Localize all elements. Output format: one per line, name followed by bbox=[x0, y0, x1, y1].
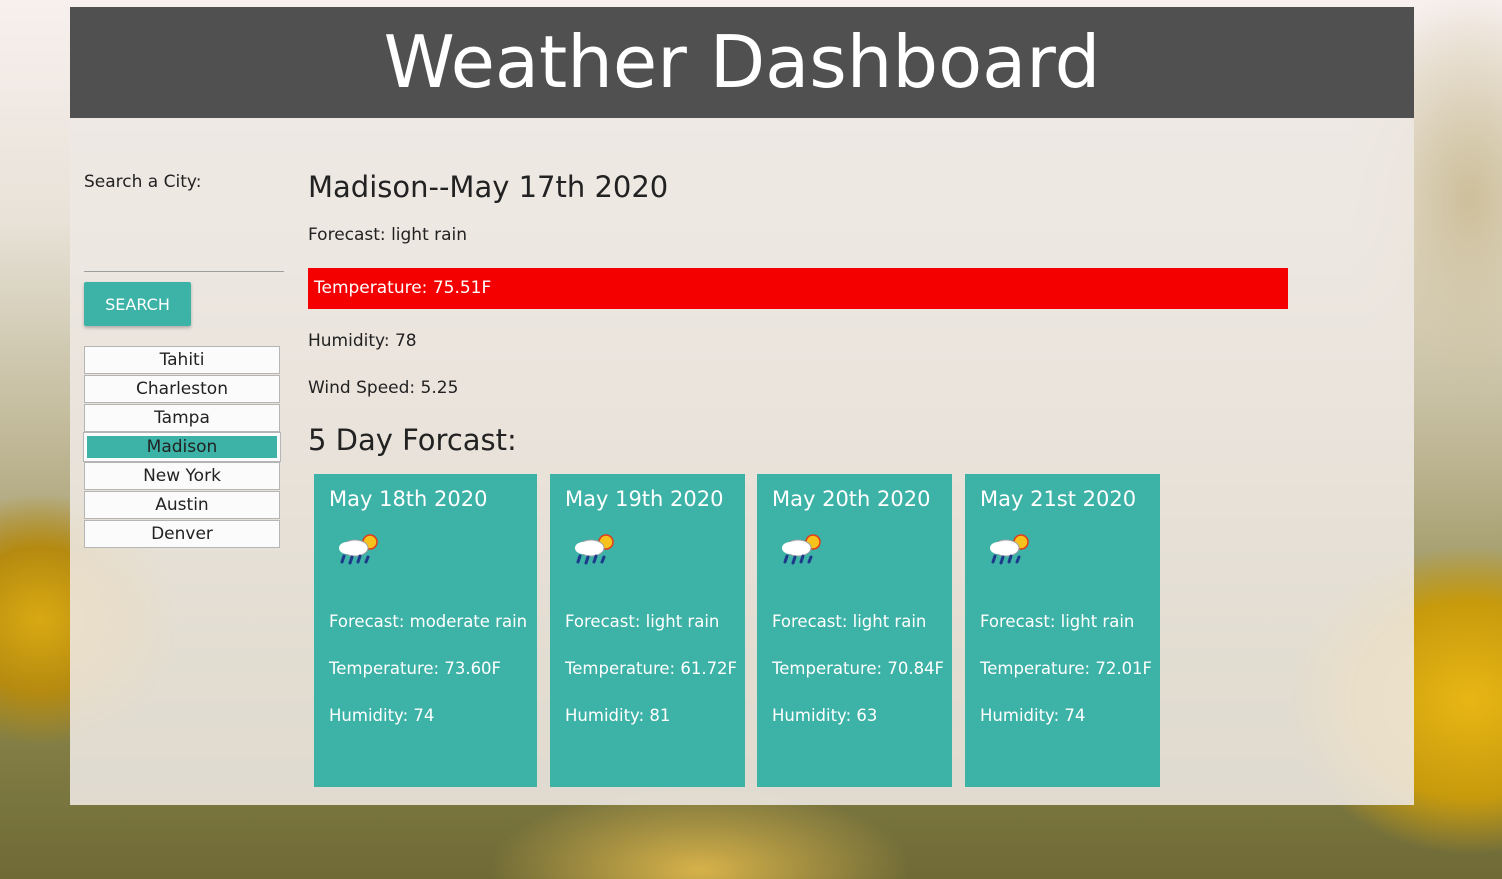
forecast-card-forecast: Forecast: light rain bbox=[980, 612, 1135, 631]
page-title: Weather Dashboard bbox=[70, 7, 1414, 118]
rain-sun-icon bbox=[990, 534, 1029, 565]
rain-sun-icon bbox=[782, 534, 821, 565]
search-label: Search a City: bbox=[84, 172, 202, 192]
forecast-card-humidity: Humidity: 63 bbox=[772, 706, 878, 725]
forecast-card-date: May 19th 2020 bbox=[565, 487, 724, 511]
forecast-card: May 21st 2020 Forecast: light rain Tempe… bbox=[965, 474, 1160, 787]
current-city-title: Madison--May 17th 2020 bbox=[308, 170, 669, 204]
current-humidity: Humidity: 78 bbox=[308, 331, 417, 351]
forecast-card-temperature: Temperature: 73.60F bbox=[329, 659, 502, 678]
current-forecast: Forecast: light rain bbox=[308, 225, 468, 245]
forecast-card: May 20th 2020 Forecast: light rain Tempe… bbox=[757, 474, 952, 787]
forecast-card-date: May 21st 2020 bbox=[980, 487, 1137, 511]
city-history-list: Tahiti Charleston Tampa Madison New York… bbox=[83, 346, 281, 549]
current-temperature-bar: Temperature: 75.51F bbox=[308, 268, 1288, 309]
current-wind-speed: Wind Speed: 5.25 bbox=[308, 378, 459, 398]
forecast-card-humidity: Humidity: 81 bbox=[565, 706, 671, 725]
forecast-card-temperature: Temperature: 61.72F bbox=[565, 659, 738, 678]
city-button-austin[interactable]: Austin bbox=[84, 491, 280, 519]
forecast-card-date: May 18th 2020 bbox=[329, 487, 488, 511]
city-button-madison[interactable]: Madison bbox=[83, 432, 281, 462]
city-button-charleston[interactable]: Charleston bbox=[84, 375, 280, 403]
search-input[interactable] bbox=[84, 233, 284, 272]
city-button-tahiti[interactable]: Tahiti bbox=[84, 346, 280, 374]
city-button-denver[interactable]: Denver bbox=[84, 520, 280, 548]
dashboard-panel: Weather Dashboard Search a City: SEARCH … bbox=[70, 7, 1414, 805]
city-button-tampa[interactable]: Tampa bbox=[84, 404, 280, 432]
rain-sun-icon bbox=[339, 534, 378, 565]
forecast-card: May 19th 2020 Forecast: light rain Tempe… bbox=[550, 474, 745, 787]
forecast-card-temperature: Temperature: 70.84F bbox=[772, 659, 945, 678]
forecast-card-forecast: Forecast: light rain bbox=[565, 612, 720, 631]
city-button-new-york[interactable]: New York bbox=[84, 462, 280, 490]
forecast-card-date: May 20th 2020 bbox=[772, 487, 931, 511]
forecast-card-humidity: Humidity: 74 bbox=[329, 706, 435, 725]
forecast-card: May 18th 2020 Forecast: moderate rain Te… bbox=[314, 474, 537, 787]
rain-sun-icon bbox=[575, 534, 614, 565]
forecast-card-temperature: Temperature: 72.01F bbox=[980, 659, 1153, 678]
forecast-card-forecast: Forecast: light rain bbox=[772, 612, 927, 631]
forecast-card-forecast: Forecast: moderate rain bbox=[329, 612, 528, 631]
five-day-title: 5 Day Forcast: bbox=[308, 423, 517, 457]
forecast-card-humidity: Humidity: 74 bbox=[980, 706, 1086, 725]
search-button[interactable]: SEARCH bbox=[84, 282, 191, 326]
